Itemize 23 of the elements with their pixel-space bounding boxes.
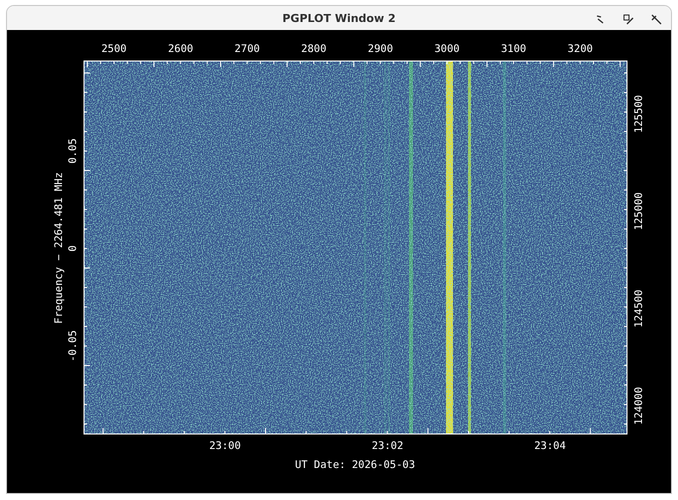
axis-tick-label: 23:04 [534,440,566,452]
axis-title: Frequency − 2264.481 MHz [53,172,65,324]
axis-tick-label: 2900 [368,43,394,55]
axis-tick-label: 124000 [633,386,645,425]
axis-tick-label: 0 [67,245,79,252]
axis-tick-label: 23:02 [372,440,404,452]
axis-tick-label: 0.05 [67,138,79,164]
axis-tick-label: 3200 [568,43,593,55]
axis-tick-label: -0.05 [67,330,79,362]
axis-tick-label: 3000 [434,43,460,55]
axis-title: UT Date: 2026-05-03 [294,459,416,471]
axis-tick-label: 125500 [633,95,645,133]
axis-tick-label: 2800 [301,43,326,55]
axis-tick-label: 23:00 [209,440,241,452]
axis-tick-label: 3100 [500,43,526,55]
window-title: PGPLOT Window 2 [282,12,396,24]
axis-tick-label: 124500 [633,290,645,328]
axis-tick-label: 2500 [101,43,127,55]
axis-tick-label: 125000 [633,192,645,230]
close-icon[interactable] [649,12,663,26]
maximize-icon[interactable] [621,12,635,26]
axis-tick-label: 2700 [234,43,260,55]
axis-tick-label: 2600 [168,43,194,55]
